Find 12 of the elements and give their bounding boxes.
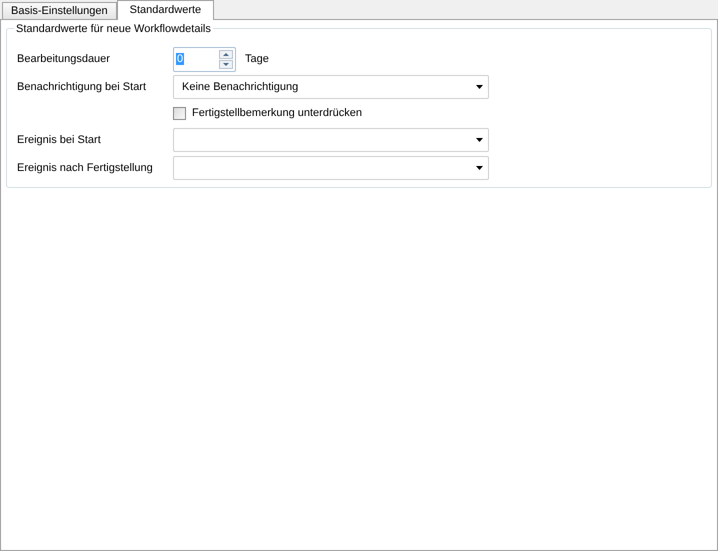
checkbox-option[interactable]: Fertigstellbemerkung unterdrücken (173, 104, 362, 122)
dropdown-arrow-icon (476, 166, 482, 170)
tab[interactable]: Basis-Einstellungen (2, 2, 117, 19)
field-label: Bearbeitungsdauer (17, 52, 111, 68)
dropdown[interactable]: Keine Benachrichtigung (173, 75, 489, 99)
dropdown-arrow-icon (476, 85, 482, 89)
field-label: Benachrichtigung bei Start (17, 80, 148, 95)
field-label: Ereignis bei Start (17, 132, 102, 148)
tab[interactable]: Standardwerte (116, 0, 214, 20)
dropdown-arrow-icon (476, 138, 482, 142)
field-label: Ereignis nach Fertigstellung (17, 160, 154, 176)
unit-label: Tage (245, 52, 269, 68)
